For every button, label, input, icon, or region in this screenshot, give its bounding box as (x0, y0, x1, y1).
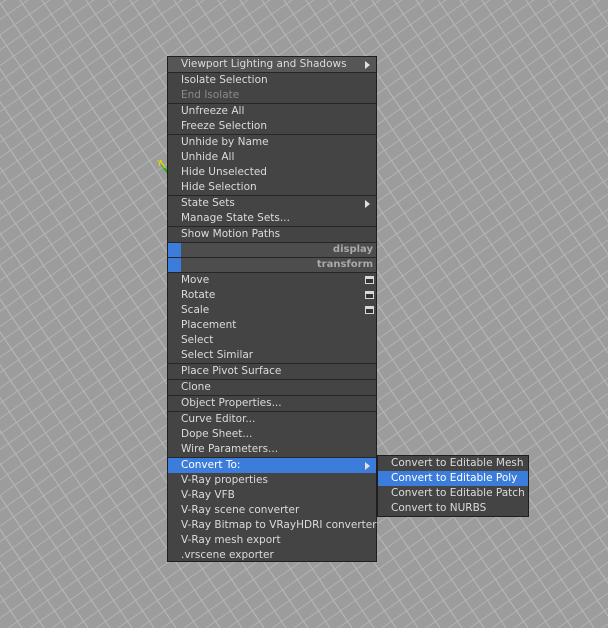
submenu-arrow-icon (365, 200, 370, 208)
menu-item-label: Unfreeze All (181, 105, 245, 117)
transform-quadrant-header: transform (168, 257, 376, 272)
convert-to-submenu: Convert to Editable Mesh Convert to Edita… (377, 455, 529, 517)
menu-item-isolate-selection[interactable]: Isolate Selection (168, 73, 376, 88)
menu-item-v-ray-vfb[interactable]: V-Ray VFB (168, 488, 376, 503)
menu-item-viewport-lighting-and-shadows[interactable]: Viewport Lighting and Shadows (168, 57, 376, 72)
submenu-arrow-icon (365, 462, 370, 470)
display-quadrant-header: display (168, 242, 376, 257)
menu-item-label: Place Pivot Surface (181, 365, 282, 377)
menu-item-label: Convert to Editable Patch (391, 487, 525, 499)
menu-item-label: Freeze Selection (181, 120, 267, 132)
submenu-item-convert-to-editable-poly[interactable]: Convert to Editable Poly (378, 471, 528, 486)
menu-item-scale[interactable]: Scale (168, 303, 376, 318)
menu-item-label: Unhide All (181, 151, 235, 163)
options-dialog-icon[interactable] (365, 291, 374, 299)
menu-item-v-ray-properties[interactable]: V-Ray properties (168, 473, 376, 488)
menu-item-label: Convert To: (181, 459, 241, 471)
menu-item-label: State Sets (181, 197, 235, 209)
menu-item-label: V-Ray scene converter (181, 504, 300, 516)
menu-item-label: Wire Parameters... (181, 443, 279, 455)
menu-item-label: Isolate Selection (181, 74, 268, 86)
menu-item-wire-parameters[interactable]: Wire Parameters... (168, 442, 376, 457)
menu-item-dope-sheet[interactable]: Dope Sheet... (168, 427, 376, 442)
menu-item-v-ray-bitmap-to-vrayhdri-converter[interactable]: V-Ray Bitmap to VRayHDRI converter (168, 518, 377, 533)
menu-item-label: Viewport Lighting and Shadows (181, 58, 347, 70)
menu-item-manage-state-sets[interactable]: Manage State Sets... (168, 211, 376, 226)
quadrant-title: transform (316, 259, 373, 270)
menu-item-label: Rotate (181, 289, 216, 301)
menu-item-freeze-selection[interactable]: Freeze Selection (168, 119, 376, 134)
menu-item-unfreeze-all[interactable]: Unfreeze All (168, 104, 376, 119)
menu-item-object-properties[interactable]: Object Properties... (168, 396, 376, 411)
quad-menu: Viewport Lighting and Shadows Isolate Sel… (167, 56, 377, 562)
menu-item-show-motion-paths[interactable]: Show Motion Paths (168, 227, 376, 242)
menu-item-convert-to[interactable]: Convert To: (168, 458, 376, 473)
submenu-item-convert-to-editable-patch[interactable]: Convert to Editable Patch (378, 486, 528, 501)
menu-item-v-ray-mesh-export[interactable]: V-Ray mesh export (168, 533, 376, 548)
menu-item-select-similar[interactable]: Select Similar (168, 348, 376, 363)
menu-item-label: Clone (181, 381, 211, 393)
menu-item-clone[interactable]: Clone (168, 380, 376, 395)
menu-item-curve-editor[interactable]: Curve Editor... (168, 412, 376, 427)
options-dialog-icon[interactable] (365, 276, 374, 284)
menu-item-label: Manage State Sets... (181, 212, 290, 224)
menu-item-move[interactable]: Move (168, 273, 376, 288)
menu-item-hide-unselected[interactable]: Hide Unselected (168, 165, 376, 180)
menu-item-label: Select Similar (181, 349, 254, 361)
menu-item-label: End Isolate (181, 89, 240, 101)
menu-item-unhide-all[interactable]: Unhide All (168, 150, 376, 165)
quadrant-color-swatch (168, 258, 181, 272)
menu-item-hide-selection[interactable]: Hide Selection (168, 180, 376, 195)
menu-item-label: Convert to Editable Mesh (391, 457, 524, 469)
menu-item-label: Show Motion Paths (181, 228, 281, 240)
menu-item-rotate[interactable]: Rotate (168, 288, 376, 303)
menu-item-label: Object Properties... (181, 397, 282, 409)
menu-item-place-pivot-surface[interactable]: Place Pivot Surface (168, 364, 376, 379)
menu-item-label: Convert to NURBS (391, 502, 487, 514)
menu-item-label: Hide Selection (181, 181, 257, 193)
menu-item-label: Hide Unselected (181, 166, 267, 178)
quadrant-color-swatch (168, 243, 181, 257)
options-dialog-icon[interactable] (365, 306, 374, 314)
menu-item-unhide-by-name[interactable]: Unhide by Name (168, 135, 376, 150)
menu-item-end-isolate[interactable]: End Isolate (168, 88, 376, 103)
menu-item-label: V-Ray properties (181, 474, 268, 486)
menu-item-label: Convert to Editable Poly (391, 472, 518, 484)
submenu-arrow-icon (365, 61, 370, 69)
menu-item-label: .vrscene exporter (181, 549, 274, 561)
menu-item-label: V-Ray Bitmap to VRayHDRI converter (181, 519, 377, 531)
menu-item-label: V-Ray VFB (181, 489, 235, 501)
menu-item-state-sets[interactable]: State Sets (168, 196, 376, 211)
quadrant-title: display (332, 244, 373, 255)
menu-item-v-ray-scene-converter[interactable]: V-Ray scene converter (168, 503, 376, 518)
menu-item-label: Unhide by Name (181, 136, 269, 148)
menu-item-label: Scale (181, 304, 210, 316)
menu-item-placement[interactable]: Placement (168, 318, 376, 333)
menu-item-label: Dope Sheet... (181, 428, 253, 440)
menu-item-label: Move (181, 274, 210, 286)
menu-item-select[interactable]: Select (168, 333, 376, 348)
submenu-item-convert-to-editable-mesh[interactable]: Convert to Editable Mesh (378, 456, 528, 471)
axis-y-label: Y (156, 159, 162, 168)
menu-item-label: Placement (181, 319, 237, 331)
menu-item-label: Curve Editor... (181, 413, 256, 425)
menu-item-vrscene-exporter[interactable]: .vrscene exporter (168, 548, 376, 563)
menu-item-label: V-Ray mesh export (181, 534, 281, 546)
menu-item-label: Select (181, 334, 214, 346)
submenu-item-convert-to-nurbs[interactable]: Convert to NURBS (378, 501, 528, 516)
